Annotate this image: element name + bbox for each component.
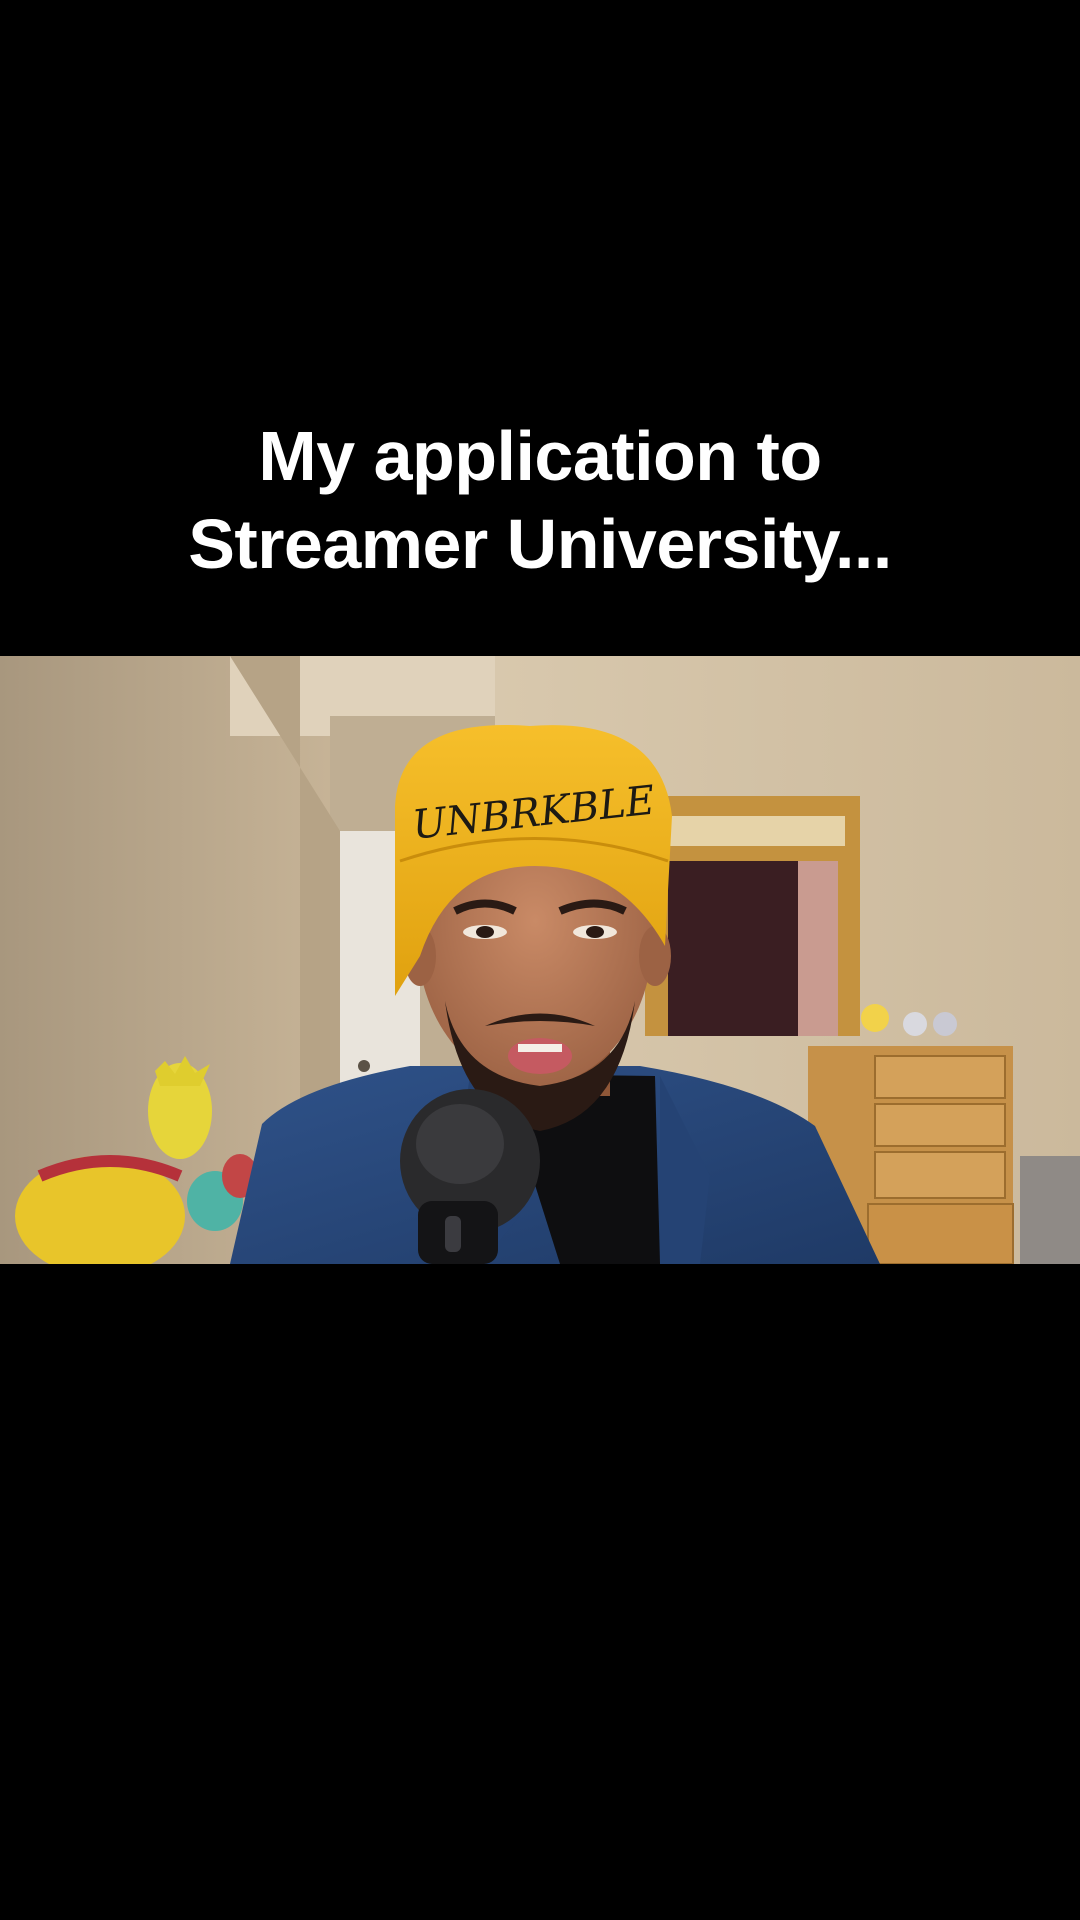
drawer-2 bbox=[874, 1103, 1006, 1147]
video-scene: UNBRKBLE bbox=[0, 656, 1080, 1264]
wardrobe-light bbox=[798, 861, 838, 1036]
wardrobe-dark bbox=[668, 861, 798, 1036]
drawer-4 bbox=[867, 1203, 1014, 1264]
door-knob bbox=[358, 1060, 370, 1072]
caption-line-2: Streamer University... bbox=[188, 505, 892, 583]
drawer-1 bbox=[874, 1055, 1006, 1099]
mouth bbox=[508, 1038, 572, 1074]
wardrobe-slats bbox=[660, 816, 845, 846]
video-screen[interactable]: My application to Streamer University... bbox=[0, 0, 1080, 1920]
video-frame[interactable]: UNBRKBLE bbox=[0, 656, 1080, 1264]
drawer-3 bbox=[874, 1151, 1006, 1199]
caption-text: My application to Streamer University... bbox=[0, 412, 1080, 588]
caption-line-1: My application to bbox=[258, 417, 822, 495]
